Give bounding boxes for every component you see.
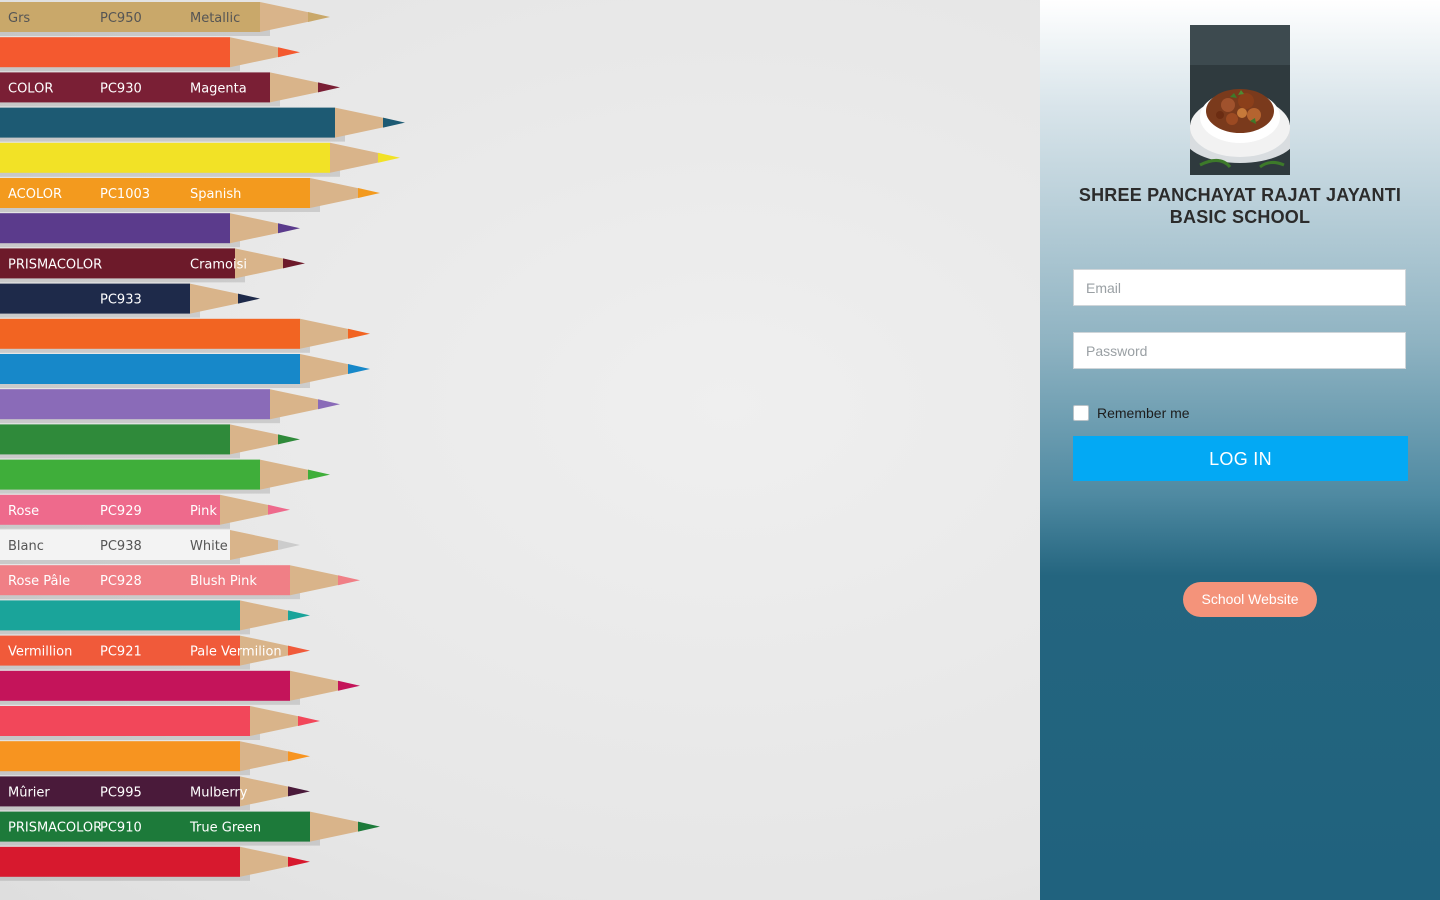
pencil-color-label: Spanish <box>190 187 241 202</box>
pencil <box>0 706 320 740</box>
pencil: PRISMACOLOR Cramoisi <box>0 248 305 283</box>
pencil: Grs PC950 Metallic <box>0 2 330 36</box>
email-input[interactable] <box>1073 269 1406 306</box>
pencil: PRISMACOLORPC910 True Green <box>0 811 380 846</box>
remember-me-row[interactable]: Remember me <box>1073 405 1190 421</box>
pencil <box>0 389 340 424</box>
pencil-brand-label: PRISMACOLOR <box>8 821 102 836</box>
hero-image: Grs PC950 Metallic COLOR PC930 Magenta ACOLOR P… <box>0 0 1040 900</box>
remember-me-label[interactable]: Remember me <box>1097 405 1190 421</box>
pencil-code-label: PC928 <box>100 574 142 589</box>
login-button[interactable]: LOG IN <box>1073 436 1408 481</box>
pencil <box>0 424 300 459</box>
pencil: Blanc PC938 White <box>0 530 300 564</box>
pencil <box>0 741 310 776</box>
pencil <box>0 459 330 494</box>
pencil-code-label: PC933 <box>100 293 142 308</box>
pencil-color-label: Blush Pink <box>190 574 257 589</box>
pencil <box>0 354 370 388</box>
pencil <box>0 213 300 248</box>
pencil <box>0 142 400 177</box>
pencil <box>0 600 310 635</box>
pencil-code-label: PC910 <box>100 821 142 836</box>
pencil-brand-label: Grs <box>8 11 30 26</box>
pencil-brand-label: ACOLOR <box>8 187 62 202</box>
pencil-brand-label: Vermillion <box>8 645 72 660</box>
pencil-code-label: PC938 <box>100 539 142 554</box>
colored-pencils-illustration: Grs PC950 Metallic COLOR PC930 Magenta ACOLOR P… <box>0 2 405 881</box>
pencil-color-label: White <box>190 539 228 554</box>
pencil-brand-label: Blanc <box>8 539 44 554</box>
pencil-brand-label: Mûrier <box>8 785 50 800</box>
pencil-brand-label: COLOR <box>8 81 53 96</box>
pencil-brand-label: Rose <box>8 504 39 519</box>
pencil-color-label: True Green <box>189 821 261 836</box>
school-website-button[interactable]: School Website <box>1183 582 1317 617</box>
pencil <box>0 107 405 142</box>
pencil-code-label: PC929 <box>100 504 142 519</box>
pencil-code-label: PC921 <box>100 645 142 660</box>
pencil-code-label: PC950 <box>100 11 142 26</box>
password-input[interactable] <box>1073 332 1406 369</box>
pencil-code-label: PC930 <box>100 81 142 96</box>
pencil <box>0 846 310 881</box>
pencil: Mûrier PC995 Mulberry <box>0 776 310 811</box>
pencil <box>0 37 300 72</box>
login-page: Grs PC950 Metallic COLOR PC930 Magenta ACOLOR P… <box>0 0 1440 900</box>
pencil-color-label: Magenta <box>190 81 247 96</box>
pencil <box>0 318 370 353</box>
pencil-color-label: Mulberry <box>190 785 248 800</box>
pencil-color-label: Pale Vermilion <box>190 645 282 660</box>
pencil: ACOLOR PC1003 Spanish <box>0 178 380 212</box>
pencil: PC933 <box>0 283 260 318</box>
pencil-color-label: Cramoisi <box>190 257 247 272</box>
remember-me-checkbox[interactable] <box>1073 405 1089 421</box>
pencil: Rose Pâle PC928 Blush Pink <box>0 565 360 600</box>
pencil: Vermillion PC921 Pale Vermilion <box>0 635 310 670</box>
pencil <box>0 670 360 705</box>
school-name-title: SHREE PANCHAYAT RAJAT JAYANTI BASIC SCHO… <box>1078 185 1402 227</box>
pencil-code-label: PC995 <box>100 785 142 800</box>
pencil-brand-label: Rose Pâle <box>8 574 70 589</box>
pencil-color-label: Pink <box>190 504 217 519</box>
login-panel: SHREE PANCHAYAT RAJAT JAYANTI BASIC SCHO… <box>1040 0 1440 900</box>
pencil-code-label: PC1003 <box>100 187 150 202</box>
pencil-color-label: Metallic <box>190 11 240 26</box>
school-logo <box>1190 25 1290 175</box>
pencil: COLOR PC930 Magenta <box>0 72 340 107</box>
pencil: Rose PC929 Pink <box>0 494 290 529</box>
pencil-brand-label: PRISMACOLOR <box>8 257 102 272</box>
